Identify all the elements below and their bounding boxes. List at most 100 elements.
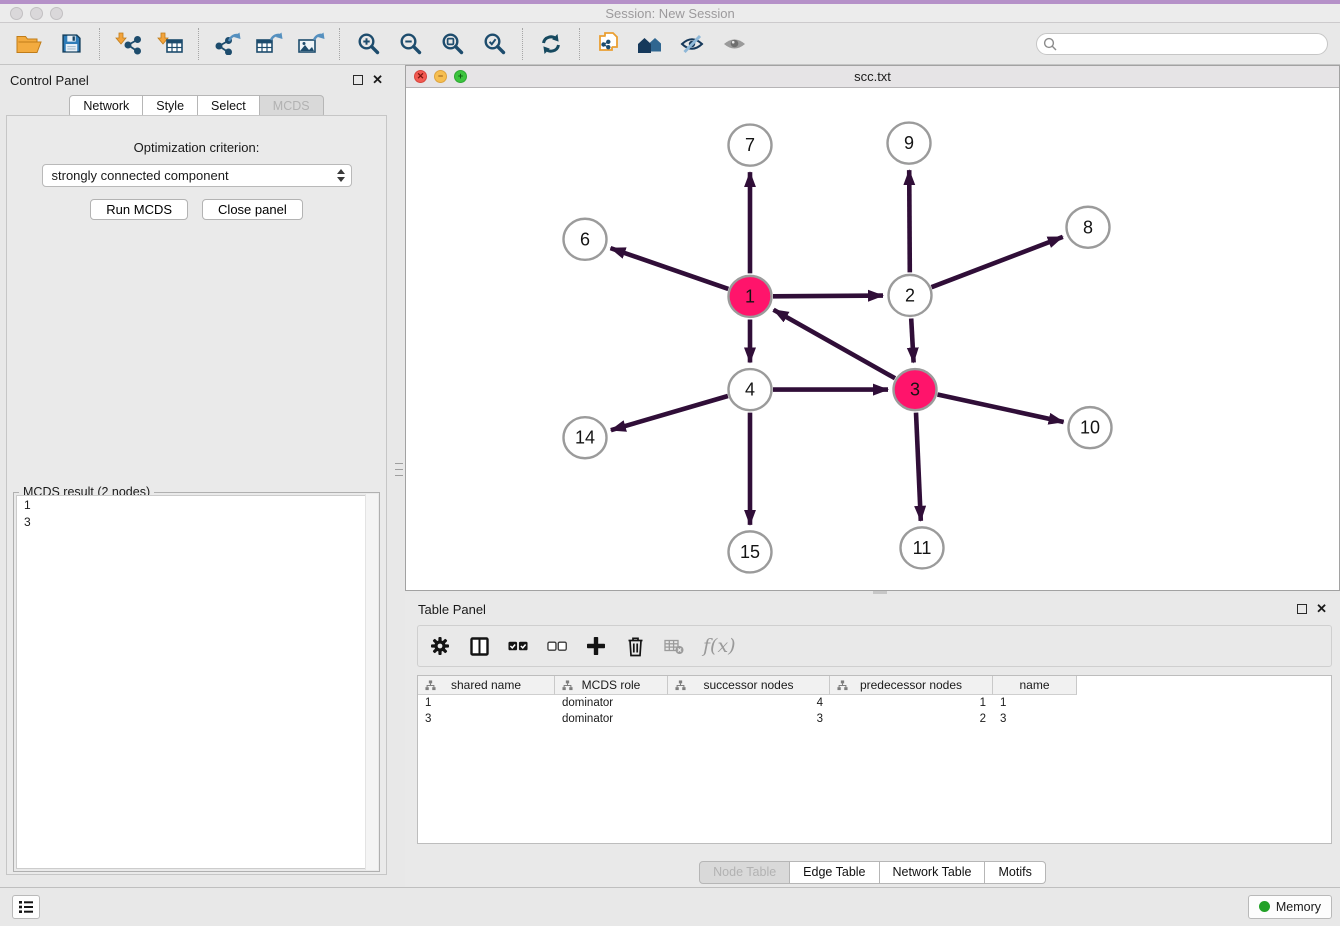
deselect-all-columns-button[interactable]	[547, 636, 567, 656]
cell-shared-name[interactable]: 3	[418, 713, 555, 725]
delete-table-button[interactable]	[664, 636, 684, 656]
maximize-network-button[interactable]: +	[454, 70, 467, 83]
run-mcds-button[interactable]: Run MCDS	[90, 199, 188, 220]
node-3[interactable]: 3	[894, 369, 937, 410]
zoom-in-button[interactable]	[347, 26, 389, 62]
close-table-panel-icon[interactable]: ✕	[1316, 604, 1327, 614]
mcds-result-text[interactable]: 13	[16, 495, 377, 869]
criterion-select[interactable]: strongly connected component	[42, 164, 352, 187]
tab-edge-table[interactable]: Edge Table	[790, 861, 879, 884]
tab-node-table[interactable]: Node Table	[699, 861, 790, 884]
tab-network-table[interactable]: Network Table	[880, 861, 986, 884]
node-15[interactable]: 15	[729, 531, 772, 572]
tab-motifs[interactable]: Motifs	[985, 861, 1045, 884]
close-window-button[interactable]	[10, 7, 23, 20]
network-canvas[interactable]: 1 2 3 4 6 7 8 9 10 11 14 15	[406, 88, 1339, 590]
cell-predecessor-nodes[interactable]: 2	[830, 713, 993, 725]
node-1[interactable]: 1	[729, 276, 772, 317]
edge-2-3[interactable]	[911, 318, 913, 362]
split-columns-button[interactable]	[469, 636, 489, 656]
main-area: Control Panel ✕ NetworkStyleSelectMCDS O…	[0, 65, 1340, 887]
mcds-result-line: 1	[24, 497, 376, 514]
edge-4-14[interactable]	[611, 396, 728, 430]
edge-2-9[interactable]	[909, 170, 910, 272]
search-input[interactable]	[1036, 33, 1328, 55]
table-panel-header: Table Panel ✕	[405, 594, 1340, 624]
cell-predecessor-nodes[interactable]: 1	[830, 697, 993, 709]
import-table-button[interactable]	[149, 26, 191, 62]
add-column-button[interactable]	[586, 636, 606, 656]
export-network-button[interactable]	[206, 26, 248, 62]
column-header-predecessor-nodes[interactable]: predecessor nodes	[830, 676, 993, 695]
zoom-selected-icon	[483, 32, 506, 55]
table-settings-button[interactable]	[430, 636, 450, 656]
float-table-panel-icon[interactable]	[1297, 604, 1307, 614]
select-all-columns-button[interactable]	[508, 636, 528, 656]
column-type-icon	[675, 680, 686, 694]
export-table-button[interactable]	[248, 26, 290, 62]
cell-shared-name[interactable]: 1	[418, 697, 555, 709]
node-label: 8	[1083, 217, 1093, 237]
node-2[interactable]: 2	[889, 275, 932, 316]
save-session-button[interactable]	[50, 26, 92, 62]
gear-icon	[430, 636, 450, 656]
column-header-shared-name[interactable]: shared name	[418, 676, 555, 695]
node-9[interactable]: 9	[888, 123, 931, 164]
result-scrollbar[interactable]	[365, 494, 378, 870]
edge-3-10[interactable]	[938, 395, 1064, 422]
node-11[interactable]: 11	[901, 527, 944, 568]
cell-name[interactable]: 1	[993, 697, 1077, 709]
node-label: 7	[745, 135, 755, 155]
edge-1-2[interactable]	[773, 296, 883, 297]
cell-mcds-role[interactable]: dominator	[555, 713, 668, 725]
minimize-window-button[interactable]	[30, 7, 43, 20]
column-header-name[interactable]: name	[993, 676, 1077, 695]
node-8[interactable]: 8	[1067, 207, 1110, 248]
clone-network-button[interactable]	[587, 26, 629, 62]
zoom-window-button[interactable]	[50, 7, 63, 20]
delete-column-button[interactable]	[625, 636, 645, 656]
cell-successor-nodes[interactable]: 3	[668, 713, 830, 725]
edge-3-1[interactable]	[774, 310, 896, 379]
vertical-splitter[interactable]	[393, 65, 405, 887]
node-6[interactable]: 6	[564, 219, 607, 260]
column-header-label: successor nodes	[703, 678, 793, 692]
control-panel-title: Control Panel	[10, 73, 89, 88]
minimize-network-button[interactable]: −	[434, 70, 447, 83]
edge-1-6[interactable]	[611, 248, 729, 289]
task-history-button[interactable]	[12, 895, 40, 919]
node-4[interactable]: 4	[729, 369, 772, 410]
show-glass-button[interactable]	[713, 26, 755, 62]
zoom-fit-button[interactable]	[431, 26, 473, 62]
cell-name[interactable]: 3	[993, 713, 1077, 725]
toolbar-separator	[522, 28, 523, 60]
zoom-out-button[interactable]	[389, 26, 431, 62]
cell-mcds-role[interactable]: dominator	[555, 697, 668, 709]
mcds-result-fieldset: MCDS result (2 nodes) 13	[13, 492, 380, 872]
apply-layout-button[interactable]	[530, 26, 572, 62]
home-button[interactable]	[629, 26, 671, 62]
close-network-button[interactable]: ✕	[414, 70, 427, 83]
edge-3-11[interactable]	[916, 413, 921, 521]
table-row[interactable]: 3dominator323	[418, 711, 1331, 727]
import-network-button[interactable]	[107, 26, 149, 62]
memory-button[interactable]: Memory	[1248, 895, 1332, 919]
deselect-all-icon	[547, 640, 567, 652]
open-session-button[interactable]	[8, 26, 50, 62]
float-panel-icon[interactable]	[353, 75, 363, 85]
node-10[interactable]: 10	[1069, 407, 1112, 448]
column-header-mcds-role[interactable]: MCDS role	[555, 676, 668, 695]
zoom-selected-button[interactable]	[473, 26, 515, 62]
close-panel-button[interactable]: Close panel	[202, 199, 303, 220]
column-header-successor-nodes[interactable]: successor nodes	[668, 676, 830, 695]
function-builder-button[interactable]: f(x)	[703, 635, 736, 657]
list-icon	[18, 900, 34, 914]
cell-successor-nodes[interactable]: 4	[668, 697, 830, 709]
table-row[interactable]: 1dominator411	[418, 695, 1331, 711]
edge-2-8[interactable]	[932, 237, 1063, 287]
node-7[interactable]: 7	[729, 125, 772, 166]
hide-glass-button[interactable]	[671, 26, 713, 62]
export-image-button[interactable]	[290, 26, 332, 62]
node-14[interactable]: 14	[564, 417, 607, 458]
close-panel-icon[interactable]: ✕	[372, 75, 383, 85]
